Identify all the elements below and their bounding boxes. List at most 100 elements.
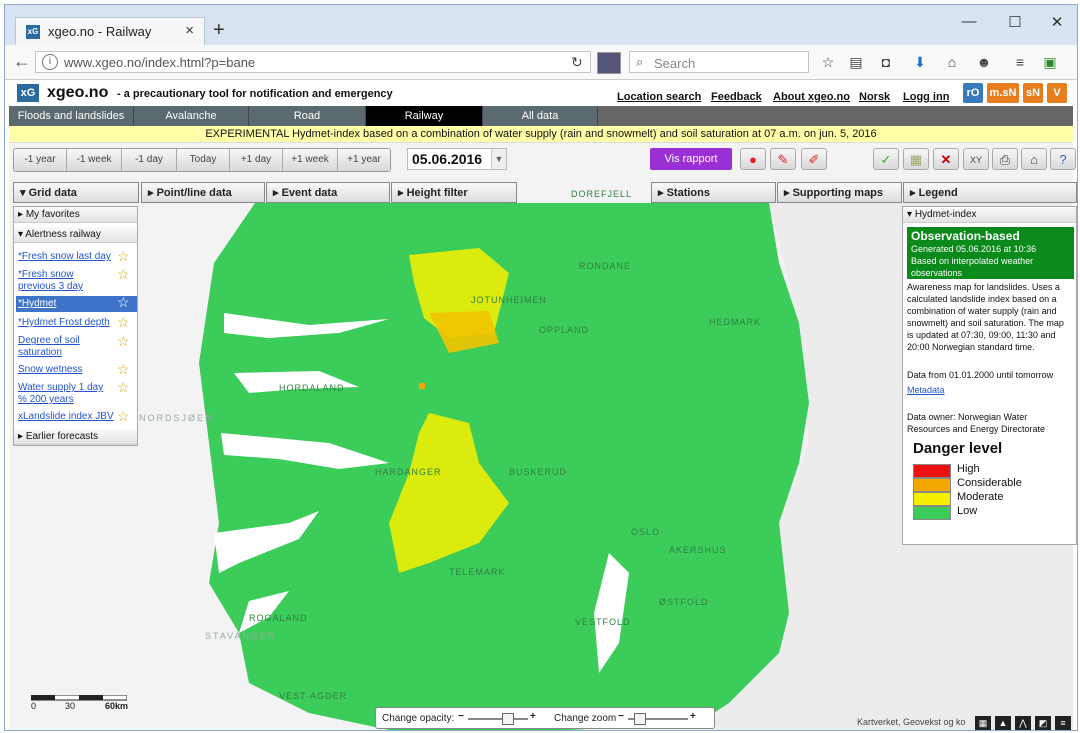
map-label-oppland: OPPLAND [539,325,590,335]
terrain-icon[interactable]: ⋀ [1015,716,1031,730]
maximize-icon[interactable]: ☐ [1005,13,1025,31]
tab-road[interactable]: Road [249,106,366,126]
search-input[interactable]: ⌕ Search [629,51,809,73]
menu-icon[interactable]: ≡ [1011,54,1029,70]
favorite-star-icon[interactable]: ☆ [117,248,130,265]
grid-data-header[interactable]: ▾ Grid data [13,182,139,203]
pocket-icon[interactable]: ◘ [877,54,895,70]
home-icon[interactable]: ⌂ [943,54,961,70]
grid-icon[interactable]: ▦ [903,148,929,170]
pin-icon[interactable]: ● [740,148,766,170]
help-icon[interactable]: ? [1050,148,1076,170]
zoom-in-button[interactable]: + [690,711,696,722]
tab-railway[interactable]: Railway [366,106,483,126]
layer-hydmet[interactable]: *Hydmet [18,298,114,310]
clear-icon[interactable]: ✕ [933,148,959,170]
favorite-star-icon[interactable]: ☆ [117,266,130,283]
favorite-star-icon[interactable]: ☆ [117,314,130,331]
plus-1-day-button[interactable]: +1 day [230,149,283,171]
layers-icon[interactable]: ▦ [975,716,991,730]
map-base-icon[interactable]: ▲ [995,716,1011,730]
stations-header[interactable]: ▸ Stations [651,182,776,203]
close-window-icon[interactable]: ✕ [1047,13,1067,31]
tab-all-data[interactable]: All data [483,106,598,126]
favorite-star-icon[interactable]: ☆ [117,408,130,425]
coordinates-icon[interactable]: XY [963,148,989,170]
add-pin-icon[interactable]: ✎ [770,148,796,170]
norsk-link[interactable]: Norsk [859,91,890,103]
star-icon[interactable]: ☆ [819,54,837,71]
check-icon[interactable]: ✓ [873,148,899,170]
plus-1-week-button[interactable]: +1 week [283,149,338,171]
alertness-railway-row[interactable]: ▾ Alertness railway [14,227,137,243]
minus-1-day-button[interactable]: -1 day [122,149,177,171]
new-tab-button[interactable]: + [213,19,225,42]
minus-1-week-button[interactable]: -1 week [67,149,122,171]
site-logo[interactable]: xG [17,84,39,102]
layer-xlandslide-index[interactable]: xLandslide index JBV [18,411,114,423]
hydmet-index-header[interactable]: ▾ Hydmet-index [903,207,1076,223]
minimize-icon[interactable]: — [959,13,979,30]
opacity-slider[interactable] [468,718,528,720]
opacity-decrease-button[interactable]: − [458,711,464,722]
layer-water-supply[interactable]: Water supply 1 day % 200 years [18,382,114,406]
tab-close-icon[interactable]: × [185,22,194,39]
location-search-link[interactable]: Location search [617,91,701,103]
map-attribution: Kartverket, Geovekst og ko [857,717,966,727]
favorite-star-icon[interactable]: ☆ [117,379,130,396]
address-bar[interactable]: i www.xgeo.no/index.html?p=bane [35,51,591,73]
opacity-zoom-control: Change opacity: − + Change zoom − + [375,707,715,729]
category-tabs: Floods and landslides Avalanche Road Rai… [9,106,1073,126]
reload-icon[interactable]: ↻ [571,54,583,71]
feedback-link[interactable]: Feedback [711,91,762,103]
photo-icon[interactable]: ◩ [1035,716,1051,730]
login-link[interactable]: Logg inn [903,91,949,103]
layer-fresh-snow-last-day[interactable]: *Fresh snow last day [18,251,114,263]
ro-badge[interactable]: rO [963,83,983,103]
supporting-maps-header[interactable]: ▸ Supporting maps [777,182,902,203]
favorite-star-icon[interactable]: ☆ [117,333,130,350]
event-data-header[interactable]: ▸ Event data [266,182,390,203]
opacity-slider-handle[interactable] [502,713,514,725]
layer-soil-saturation[interactable]: Degree of soil saturation [18,335,114,359]
chevron-down-icon[interactable]: ▼ [491,149,506,169]
my-favorites-row[interactable]: ▸ My favorites [14,207,137,223]
info-icon[interactable]: i [42,54,58,70]
legend-header[interactable]: ▸ Legend [903,182,1077,203]
sn-badge[interactable]: sN [1023,83,1043,103]
msn-badge[interactable]: m.sN [987,83,1019,103]
earlier-forecasts-row[interactable]: ▸ Earlier forecasts [14,429,137,445]
date-select[interactable]: 05.06.2016 ▼ [407,148,507,170]
v-badge[interactable]: V [1047,83,1067,103]
change-zoom-label: Change zoom [554,713,617,724]
download-icon[interactable]: ⬇ [911,54,929,71]
map-style-icon[interactable]: ≡ [1055,716,1071,730]
today-button[interactable]: Today [177,149,230,171]
smiley-icon[interactable]: ☻ [975,54,993,70]
back-icon[interactable]: ← [13,51,31,72]
point-line-header[interactable]: ▸ Point/line data [141,182,265,203]
vis-rapport-button[interactable]: Vis rapport [650,148,732,170]
zoom-out-button[interactable]: − [618,711,624,722]
tab-avalanche[interactable]: Avalanche [134,106,249,126]
browser-tab[interactable]: xG xgeo.no - Railway × [15,17,205,45]
layer-fresh-snow-3-day[interactable]: *Fresh snow previous 3 day [18,269,114,293]
home-map-icon[interactable]: ⌂ [1021,148,1047,170]
print-icon[interactable]: ⎙ [992,148,1018,170]
metadata-link[interactable]: Metadata [907,384,1072,396]
favorite-star-icon[interactable]: ☆ [117,361,130,378]
layer-snow-wetness[interactable]: Snow wetness [18,364,114,376]
remove-pin-icon[interactable]: ✐ [801,148,827,170]
reader-icon[interactable]: ▤ [847,54,865,71]
plus-1-year-button[interactable]: +1 year [338,149,390,171]
about-link[interactable]: About xgeo.no [773,91,850,103]
zoom-slider-handle[interactable] [634,713,646,725]
layer-hydmet-frost-depth[interactable]: *Hydmet Frost depth [18,317,114,329]
tab-floods-landslides[interactable]: Floods and landslides [9,106,134,126]
opacity-increase-button[interactable]: + [530,711,536,722]
screenshot-icon[interactable] [597,52,621,74]
height-filter-header[interactable]: ▸ Height filter [391,182,517,203]
favorite-star-icon[interactable]: ☆ [117,294,130,311]
minus-1-year-button[interactable]: -1 year [14,149,67,171]
extension-icon[interactable]: ▣ [1041,54,1059,71]
